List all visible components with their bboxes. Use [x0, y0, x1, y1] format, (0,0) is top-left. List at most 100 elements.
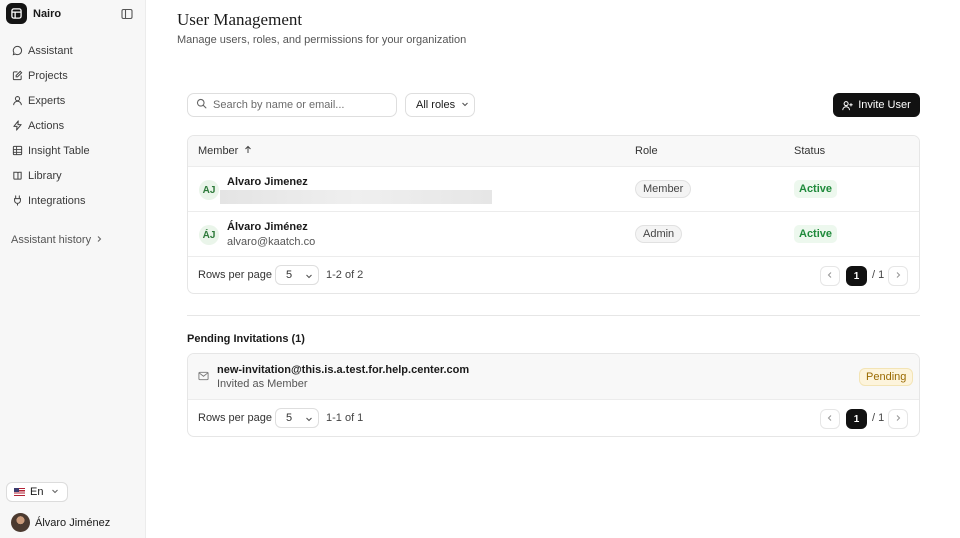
brand[interactable]: Nairo — [6, 3, 61, 24]
status-badge: Active — [794, 225, 838, 243]
user-icon — [11, 95, 23, 107]
sidebar-item-library[interactable]: Library — [0, 163, 146, 188]
page-subtitle: Manage users, roles, and permissions for… — [177, 34, 467, 46]
mail-icon — [198, 371, 209, 384]
sidebar-item-experts[interactable]: Experts — [0, 88, 146, 113]
role-badge: Member — [635, 180, 692, 198]
invite-user-label: Invite User — [858, 99, 911, 111]
section-divider — [187, 315, 920, 316]
table-row[interactable]: AJ Alvaro Jimenez Member Active — [188, 167, 919, 212]
chevron-down-icon — [51, 486, 59, 498]
current-page-button[interactable]: 1 — [846, 266, 867, 286]
sort-ascending-icon — [241, 145, 252, 157]
pagination-range: 1-1 of 1 — [326, 412, 364, 424]
rows-per-page-value: 5 — [286, 412, 293, 424]
assistant-history-toggle[interactable]: Assistant history — [11, 234, 103, 246]
user-profile[interactable]: Álvaro Jiménez — [11, 513, 110, 532]
sidebar-item-label: Assistant — [28, 44, 73, 57]
role-filter-select[interactable]: All roles — [405, 93, 475, 117]
chevron-down-icon — [305, 271, 313, 283]
previous-page-button[interactable] — [820, 409, 840, 429]
sidebar-item-label: Projects — [28, 69, 68, 82]
sidebar-item-assistant[interactable]: Assistant — [0, 38, 146, 63]
member-name: Alvaro Jimenez — [227, 176, 308, 188]
member-name: Álvaro Jiménez — [227, 221, 308, 233]
language-select[interactable]: En — [6, 482, 68, 502]
members-pagination: Rows per page 5 1-2 of 2 1 / 1 — [188, 257, 919, 293]
sidebar-toggle-icon[interactable] — [120, 7, 134, 21]
chevron-down-icon — [461, 99, 469, 111]
page-total: / 1 — [872, 412, 885, 424]
language-label: En — [30, 486, 44, 498]
pending-invitations-table: new-invitation@this.is.a.test.for.help.c… — [187, 353, 920, 437]
next-page-button[interactable] — [888, 409, 908, 429]
table-row[interactable]: new-invitation@this.is.a.test.for.help.c… — [188, 354, 919, 400]
chevron-down-icon — [305, 414, 313, 426]
chat-bubble-icon — [11, 45, 23, 57]
role-filter-value: All roles — [416, 99, 456, 111]
sidebar-item-projects[interactable]: Projects — [0, 63, 146, 88]
sidebar-item-actions[interactable]: Actions — [0, 113, 146, 138]
rows-per-page-select[interactable]: 5 — [275, 408, 319, 428]
chevron-right-icon — [894, 270, 902, 282]
assistant-history-label: Assistant history — [11, 234, 92, 246]
chevron-left-icon — [826, 270, 834, 282]
sidebar-item-label: Experts — [28, 94, 66, 107]
search-icon — [196, 98, 207, 112]
invite-user-button[interactable]: Invite User — [833, 93, 920, 117]
zap-icon — [11, 120, 23, 132]
avatar — [11, 513, 30, 532]
user-plus-icon — [842, 100, 853, 111]
chevron-right-icon — [894, 413, 902, 425]
us-flag-icon — [14, 488, 25, 496]
pending-pagination: Rows per page 5 1-1 of 1 1 / 1 — [188, 400, 919, 436]
page-total: / 1 — [872, 269, 885, 281]
edit-square-icon — [11, 70, 23, 82]
book-icon — [11, 170, 23, 182]
chevron-right-icon — [95, 234, 103, 246]
invitation-role: Invited as Member — [217, 378, 308, 390]
main-content: User Management Manage users, roles, and… — [146, 0, 960, 538]
avatar: AJ — [199, 180, 219, 200]
app-name: Nairo — [33, 7, 62, 20]
role-badge: Admin — [635, 225, 683, 243]
column-header-member-label: Member — [198, 145, 239, 157]
sidebar-item-label: Integrations — [28, 194, 86, 207]
current-page-button[interactable]: 1 — [846, 409, 867, 429]
next-page-button[interactable] — [888, 266, 908, 286]
avatar: ÁJ — [199, 225, 219, 245]
search-input[interactable] — [213, 99, 393, 111]
chevron-left-icon — [826, 413, 834, 425]
rows-per-page-select[interactable]: 5 — [275, 265, 319, 285]
previous-page-button[interactable] — [820, 266, 840, 286]
table-icon — [11, 145, 23, 157]
search-box[interactable] — [187, 93, 397, 117]
plug-icon — [11, 195, 23, 207]
rows-per-page-label: Rows per page — [198, 269, 272, 281]
app-logo-icon — [6, 3, 27, 24]
redacted-email — [220, 190, 492, 204]
pagination-range: 1-2 of 2 — [326, 269, 364, 281]
sidebar-nav: Assistant Projects Experts Actions Insig… — [0, 38, 146, 213]
sidebar-item-integrations[interactable]: Integrations — [0, 188, 146, 213]
user-name: Álvaro Jiménez — [35, 516, 111, 529]
column-header-member[interactable]: Member — [198, 145, 252, 157]
sidebar-item-label: Insight Table — [28, 144, 90, 157]
rows-per-page-value: 5 — [286, 269, 293, 281]
sidebar-item-label: Library — [28, 169, 62, 182]
status-badge: Pending — [859, 368, 914, 386]
column-header-role: Role — [635, 145, 658, 157]
rows-per-page-label: Rows per page — [198, 412, 272, 424]
column-header-status: Status — [794, 145, 826, 157]
sidebar-item-insight-table[interactable]: Insight Table — [0, 138, 146, 163]
invitation-email: new-invitation@this.is.a.test.for.help.c… — [217, 364, 470, 376]
members-table: Member Role Status AJ Alvaro Jimenez Mem… — [187, 135, 920, 294]
page-title: User Management — [177, 10, 303, 29]
sidebar-item-label: Actions — [28, 119, 65, 132]
status-badge: Active — [794, 180, 838, 198]
sidebar: Nairo Assistant Projects Experts Actions… — [0, 0, 146, 538]
pending-invitations-title: Pending Invitations (1) — [187, 333, 305, 345]
table-header: Member Role Status — [188, 136, 919, 167]
member-email: alvaro@kaatch.co — [227, 236, 316, 248]
table-row[interactable]: ÁJ Álvaro Jiménez alvaro@kaatch.co Admin… — [188, 212, 919, 257]
